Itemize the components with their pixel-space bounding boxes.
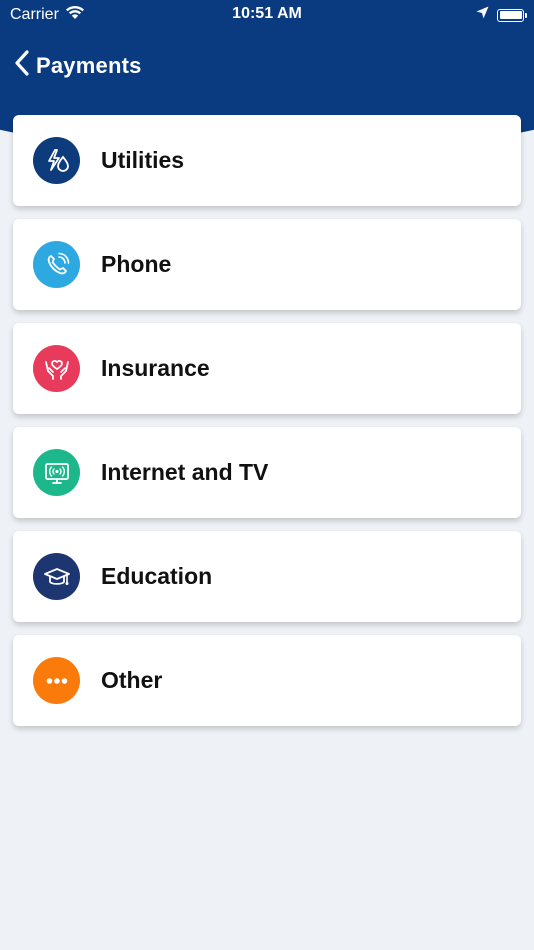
category-education[interactable]: Education (13, 531, 521, 622)
category-phone[interactable]: Phone (13, 219, 521, 310)
battery-fill (499, 11, 522, 19)
category-insurance[interactable]: Insurance (13, 323, 521, 414)
internet-tv-icon (33, 449, 80, 496)
category-utilities[interactable]: Utilities (13, 115, 521, 206)
category-label: Utilities (101, 147, 185, 173)
payment-category-list: Utilities Phone Insurance Internet and T… (13, 115, 521, 739)
back-button[interactable]: Payments (14, 50, 142, 81)
status-right (476, 6, 527, 24)
phone-icon (33, 241, 80, 288)
utilities-icon (33, 137, 80, 184)
status-bar: Carrier 10:51 AM (0, 0, 534, 28)
battery-icon (497, 8, 527, 22)
category-label: Internet and TV (101, 459, 269, 485)
insurance-icon (33, 345, 80, 392)
category-label: Insurance (101, 355, 210, 381)
more-icon (33, 657, 80, 704)
category-label: Phone (101, 251, 172, 277)
back-button-label: Payments (36, 52, 142, 78)
status-time: 10:51 AM (232, 5, 302, 22)
category-label: Other (101, 667, 163, 693)
payments-screen: Carrier 10:51 AM Payments Utilities Phon… (0, 0, 534, 950)
category-internet-tv[interactable]: Internet and TV (13, 427, 521, 518)
category-label: Education (101, 563, 213, 589)
location-arrow-icon (476, 6, 489, 24)
chevron-left-icon (14, 50, 30, 81)
category-other[interactable]: Other (13, 635, 521, 726)
nav-bar: Payments (0, 44, 534, 88)
education-icon (33, 553, 80, 600)
